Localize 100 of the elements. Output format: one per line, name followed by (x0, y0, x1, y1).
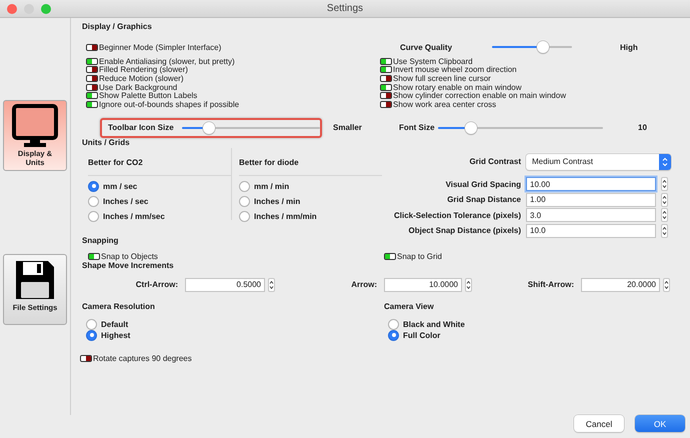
group-title: Better for diode (239, 158, 299, 167)
toggle-label: Show Palette Button Labels (99, 91, 198, 100)
number-field[interactable]: 0.5000 (185, 278, 265, 292)
slider-value: Smaller (333, 123, 362, 132)
radio-button[interactable] (88, 210, 99, 222)
toggle-label: Show rotary enable on main window (393, 82, 522, 92)
slider[interactable] (182, 122, 320, 134)
toggle-label: Filled Rendering (slower) (99, 65, 188, 74)
stepper-icon[interactable] (465, 278, 472, 292)
field-label: Arrow: (350, 280, 377, 290)
toggle-label: Rotate captures 90 degrees (93, 354, 192, 364)
stepper-icon[interactable] (268, 278, 275, 292)
radio-button[interactable] (239, 210, 250, 222)
stepper-icon[interactable] (661, 208, 668, 222)
slider[interactable] (492, 41, 572, 53)
stepper-icon[interactable] (661, 177, 668, 192)
toggle-switch[interactable] (88, 252, 100, 260)
toggle-label: Use Dark Background (99, 82, 178, 92)
toggle-label: Snap to Objects (101, 252, 158, 261)
window-title: Settings (326, 3, 364, 14)
toggle-switch[interactable] (86, 84, 98, 91)
slider-thumb[interactable] (465, 122, 477, 134)
number-field[interactable]: 10.0000 (384, 278, 462, 292)
slider[interactable] (438, 122, 603, 134)
slider-label: Curve Quality (400, 42, 454, 52)
field-label: Click-Selection Tolerance (pixels) (394, 210, 521, 220)
field-label: Grid Contrast (468, 157, 521, 166)
slider-value: 10 (638, 123, 647, 132)
toggle-label: Reduce Motion (slower) (99, 74, 184, 83)
slider-thumb[interactable] (203, 122, 216, 134)
radio-button[interactable] (86, 330, 97, 341)
radio-label: Inches / min (254, 196, 300, 206)
toggle-label: Use System Clipboard (393, 56, 473, 66)
radio-button[interactable] (239, 180, 250, 192)
monitor-icon (12, 104, 58, 148)
toggle-switch[interactable] (86, 66, 98, 74)
section-title: Camera Resolution (82, 302, 155, 311)
toggle-switch[interactable] (86, 100, 98, 108)
radio-label: Inches / sec (103, 196, 148, 206)
field-label: Ctrl-Arrow: (134, 280, 178, 290)
radio-button[interactable] (388, 330, 399, 341)
toggle-switch[interactable] (380, 100, 392, 108)
number-field[interactable]: 3.0 (526, 208, 656, 222)
toggle-switch[interactable] (86, 92, 98, 100)
toggle-switch[interactable] (380, 66, 392, 74)
field-label: Object Snap Distance (pixels) (408, 226, 521, 236)
radio-button[interactable] (388, 318, 399, 330)
number-field[interactable]: 20.0000 (581, 278, 660, 292)
toggle-switch[interactable] (380, 84, 392, 91)
toggle-switch[interactable] (86, 44, 98, 50)
chevron-icon[interactable] (659, 154, 671, 170)
group-title: Better for CO2 (88, 158, 143, 167)
section-title: Display / Graphics (82, 22, 152, 31)
radio-label: mm / sec (103, 182, 138, 191)
toggle-label: Show cylinder correction enable on main window (393, 91, 566, 100)
radio-button[interactable] (86, 318, 97, 330)
section-title: Shape Move Increments (82, 260, 174, 270)
radio-label: Highest (101, 330, 130, 340)
stepper-icon[interactable] (663, 278, 670, 292)
radio-label: Black and White (403, 320, 465, 329)
toggle-switch[interactable] (380, 58, 392, 65)
number-field[interactable]: 10.00 (526, 177, 656, 192)
toggle-switch[interactable] (380, 74, 392, 82)
radio-label: Inches / mm/min (254, 212, 317, 221)
toggle-label: Snap to Grid (397, 252, 442, 261)
toggle-switch[interactable] (80, 355, 92, 362)
toggle-label: Ignore out-of-bounds shapes if possible (99, 100, 240, 109)
slider-label: Toolbar Icon Size (108, 123, 174, 132)
slider-value: High (620, 42, 638, 52)
slider-thumb[interactable] (537, 41, 550, 53)
toggle-switch[interactable] (86, 74, 98, 82)
toggle-switch[interactable] (380, 92, 392, 100)
toggle-switch[interactable] (86, 58, 98, 65)
toggle-switch[interactable] (384, 252, 396, 260)
slider-label: Font Size (399, 123, 436, 132)
ok-button[interactable]: OK (635, 415, 685, 432)
radio-label: mm / min (254, 182, 290, 191)
dropdown[interactable]: Medium Contrast (526, 154, 671, 170)
section-title: Camera View (384, 302, 434, 311)
field-label: Visual Grid Spacing (444, 180, 521, 189)
radio-button[interactable] (88, 196, 99, 207)
radio-label: Inches / mm/sec (103, 212, 165, 221)
radio-button[interactable] (239, 196, 250, 207)
field-label: Shift-Arrow: (526, 280, 574, 290)
stepper-icon[interactable] (661, 192, 668, 207)
number-field[interactable]: 10.0 (526, 224, 656, 238)
toggle-label: Show work area center cross (393, 100, 496, 109)
stepper-icon[interactable] (661, 224, 668, 238)
toggle-label: Show full screen line cursor (393, 74, 491, 83)
toggle-label: Enable Antialiasing (slower, but pretty) (99, 56, 235, 66)
toggle-label: Invert mouse wheel zoom direction (393, 65, 517, 74)
radio-button[interactable] (88, 180, 99, 192)
cancel-button[interactable]: Cancel (574, 415, 624, 432)
field-label: Grid Snap Distance (446, 195, 521, 204)
section-title: Units / Grids (82, 138, 130, 147)
radio-label: Full Color (403, 330, 440, 340)
toggle-label: Beginner Mode (Simpler Interface) (99, 42, 222, 52)
radio-label: Default (101, 320, 128, 329)
number-field[interactable]: 1.00 (526, 192, 656, 207)
section-title: Snapping (82, 236, 118, 245)
